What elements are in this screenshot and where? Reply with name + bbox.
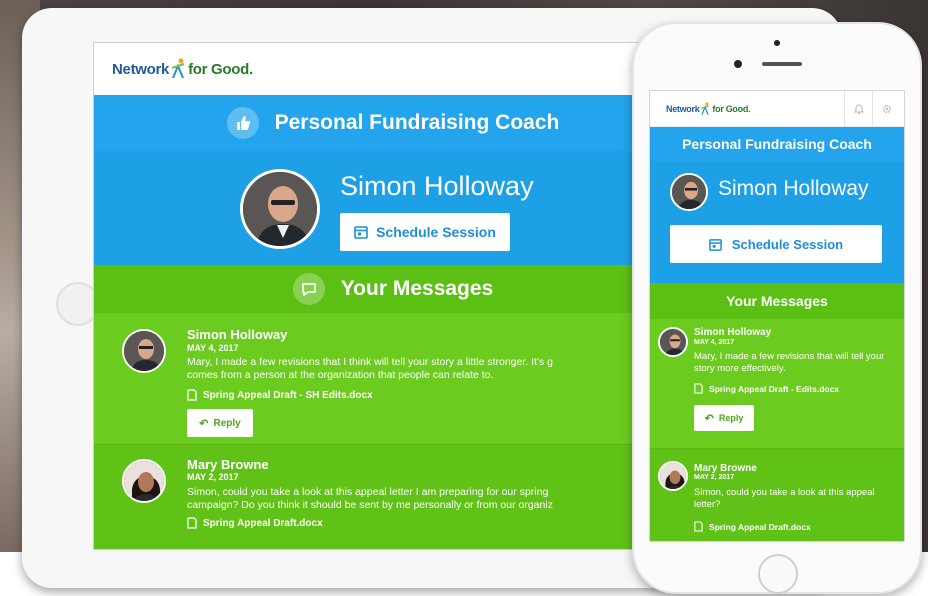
- phone-sensor: [734, 60, 742, 68]
- message-text: Mary, I made a few revisions that will t…: [694, 351, 885, 374]
- coach-name: Simon Holloway: [718, 177, 869, 200]
- message-avatar: [658, 461, 688, 491]
- logo-figure-icon: [701, 101, 710, 115]
- network-for-good-logo[interactable]: Network for Good.: [666, 101, 751, 116]
- message-item: Mary Browne MAY 2, 2017 Simon, could you…: [94, 445, 692, 549]
- app-header: Network for Good.: [94, 43, 692, 95]
- message-author: Simon Holloway: [187, 327, 288, 342]
- message-date: MAY 4, 2017: [187, 343, 239, 353]
- messages-header: Your Messages: [650, 283, 904, 319]
- network-for-good-logo[interactable]: Network for Good.: [112, 58, 253, 80]
- coach-profile: Simon Holloway Schedule Session: [650, 161, 904, 283]
- coach-title: Personal Fundraising Coach: [274, 111, 560, 134]
- chat-bubble-icon: [292, 273, 325, 305]
- message-date: MAY 2, 2017: [694, 474, 735, 481]
- message-text: Mary, I made a few revisions that I thin…: [187, 356, 553, 382]
- coach-banner: Personal Fundraising Coach: [94, 95, 692, 151]
- message-author: Mary Browne: [187, 457, 269, 472]
- phone-speaker: [762, 62, 802, 66]
- message-attachment[interactable]: Spring Appeal Draft - SH Edits.docx: [187, 389, 373, 401]
- message-item: Simon Holloway MAY 4, 2017 Mary, I made …: [650, 319, 904, 449]
- phone-home-button: [758, 554, 798, 594]
- reply-button[interactable]: ↶ Reply: [187, 409, 253, 437]
- schedule-session-button[interactable]: Schedule Session: [670, 225, 882, 263]
- app-header: Network for Good.: [650, 91, 904, 127]
- coach-title: Personal Fundraising Coach: [682, 136, 872, 152]
- reply-button[interactable]: ↶ Reply: [694, 405, 754, 431]
- message-avatar: [122, 329, 166, 373]
- coach-avatar: [240, 169, 320, 249]
- document-icon: [694, 383, 703, 394]
- message-date: MAY 2, 2017: [187, 472, 239, 482]
- message-text: Simon, could you take a look at this app…: [694, 487, 875, 510]
- logo-figure-icon: [171, 58, 185, 79]
- messages-title: Your Messages: [726, 293, 828, 309]
- gear-icon[interactable]: [872, 91, 900, 127]
- message-list: Simon Holloway MAY 4, 2017 Mary, I made …: [94, 313, 692, 549]
- bell-icon[interactable]: [844, 91, 872, 127]
- message-avatar: [122, 459, 166, 503]
- message-author: Simon Holloway: [694, 327, 772, 338]
- message-author: Mary Browne: [694, 463, 757, 474]
- calendar-icon: [354, 226, 368, 239]
- message-attachment[interactable]: Spring Appeal Draft.docx: [694, 521, 811, 532]
- phone-screen: Network for Good. Personal Fundraising C…: [649, 90, 905, 542]
- phone-camera: [774, 40, 780, 46]
- coach-banner: Personal Fundraising Coach: [650, 127, 904, 161]
- message-text: Simon, could you take a look at this app…: [187, 486, 553, 512]
- thumbs-up-icon: [226, 107, 259, 139]
- calendar-icon: [709, 238, 722, 251]
- message-attachment[interactable]: Spring Appeal Draft - Edits.docx: [694, 383, 839, 394]
- reply-arrow-icon: ↶: [704, 412, 714, 425]
- message-item: Simon Holloway MAY 4, 2017 Mary, I made …: [94, 313, 692, 445]
- message-attachment[interactable]: Spring Appeal Draft.docx: [187, 517, 323, 529]
- document-icon: [187, 389, 197, 401]
- document-icon: [694, 521, 703, 532]
- coach-avatar: [670, 173, 708, 211]
- document-icon: [187, 517, 197, 529]
- coach-name: Simon Holloway: [340, 171, 534, 201]
- message-date: MAY 4, 2017: [694, 339, 735, 346]
- schedule-session-button[interactable]: Schedule Session: [340, 213, 510, 251]
- tablet-screen: Network for Good. Personal Fundraising C…: [93, 42, 693, 550]
- message-avatar: [658, 327, 688, 357]
- message-item: Mary Browne MAY 2, 2017 Simon, could you…: [650, 449, 904, 541]
- reply-arrow-icon: ↶: [199, 417, 209, 430]
- messages-header: Your Messages: [94, 265, 692, 313]
- coach-profile: Simon Holloway Schedule Session: [94, 151, 692, 265]
- messages-title: Your Messages: [340, 277, 494, 300]
